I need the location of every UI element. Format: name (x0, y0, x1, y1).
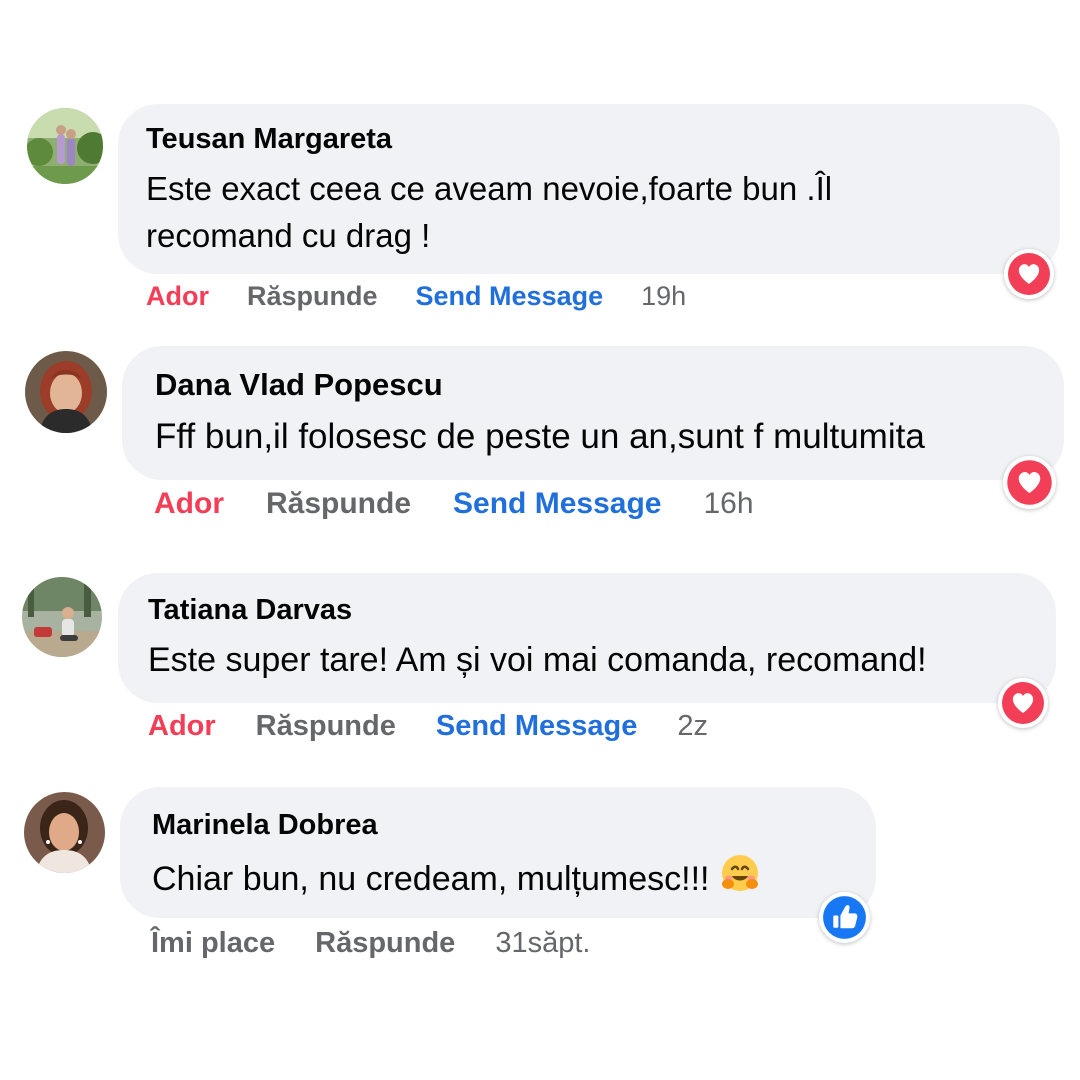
comment-timestamp[interactable]: 16h (703, 486, 753, 522)
send-message-button[interactable]: Send Message (453, 486, 661, 522)
comment-text-content: Chiar bun, nu credeam, mulțumesc!!! (152, 860, 710, 898)
love-reaction-icon[interactable] (1004, 249, 1054, 299)
smiling-hug-emoji (719, 852, 761, 906)
comment-author[interactable]: Tatiana Darvas (148, 594, 352, 627)
comment-author[interactable]: Teusan Margareta (146, 123, 392, 156)
love-reaction-icon[interactable] (998, 678, 1048, 728)
comment-text: Fff bun,il folosesc de peste un an,sunt … (155, 417, 925, 456)
comment-author[interactable]: Dana Vlad Popescu (155, 367, 443, 403)
comment-text: Chiar bun, nu credeam, mulțumesc!!! (152, 852, 872, 906)
avatar[interactable] (22, 577, 102, 657)
comment-timestamp[interactable]: 31săpt. (495, 926, 590, 960)
comment-timestamp[interactable]: 2z (677, 709, 708, 743)
love-reaction-button[interactable]: Ador (154, 486, 224, 522)
comment-text: Este exact ceea ce aveam nevoie,foarte b… (146, 170, 833, 254)
avatar[interactable] (24, 792, 105, 873)
comment-text: Este super tare! Am și voi mai comanda, … (148, 641, 927, 679)
send-message-button[interactable]: Send Message (416, 280, 604, 312)
comment-actions: Îmi place Răspunde 31săpt. (151, 926, 590, 960)
comment-timestamp[interactable]: 19h (641, 280, 686, 312)
like-reaction-icon[interactable] (819, 892, 870, 943)
reply-button[interactable]: Răspunde (315, 926, 455, 960)
comment-actions: Ador Răspunde Send Message 2z (148, 709, 708, 743)
love-reaction-button[interactable]: Ador (148, 709, 216, 743)
reply-button[interactable]: Răspunde (247, 280, 378, 312)
reply-button[interactable]: Răspunde (256, 709, 396, 743)
love-reaction-icon[interactable] (1003, 456, 1056, 509)
like-button[interactable]: Îmi place (151, 926, 275, 960)
reply-button[interactable]: Răspunde (266, 486, 411, 522)
comment-actions: Ador Răspunde Send Message 16h (154, 486, 754, 522)
avatar[interactable] (25, 351, 107, 433)
comment-author[interactable]: Marinela Dobrea (152, 809, 378, 842)
send-message-button[interactable]: Send Message (436, 709, 637, 743)
avatar[interactable] (27, 108, 103, 184)
love-reaction-button[interactable]: Ador (146, 280, 209, 312)
comment-actions: Ador Răspunde Send Message 19h (146, 280, 686, 312)
